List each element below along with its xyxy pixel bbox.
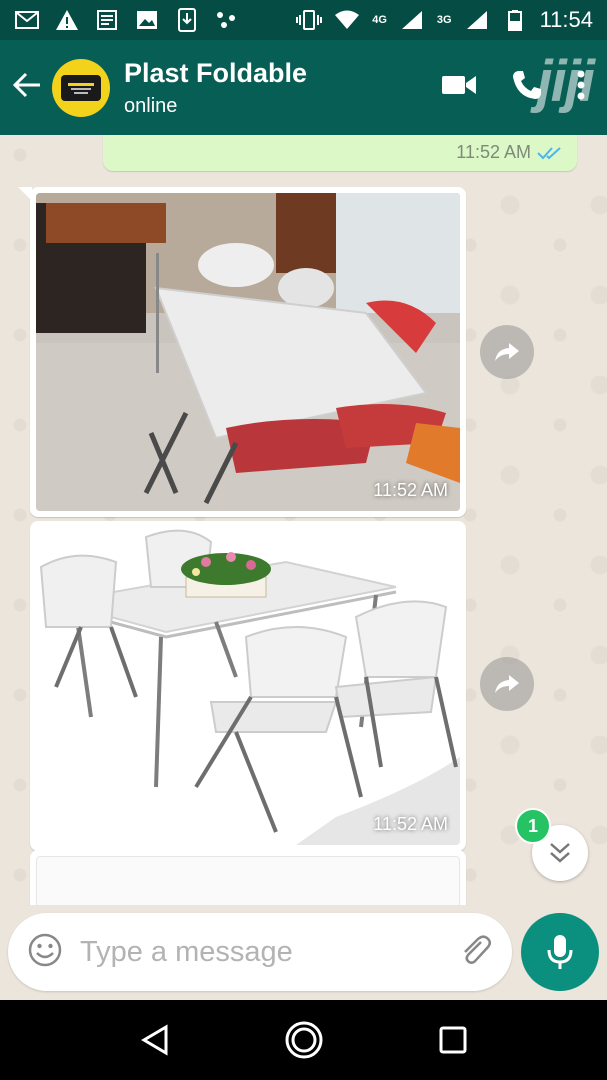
- image-message[interactable]: 11:52 AM: [18, 187, 466, 517]
- forward-icon: [495, 675, 519, 693]
- chevron-double-down-icon: [550, 843, 570, 863]
- message-composer: [8, 913, 562, 991]
- photo-image: [36, 527, 460, 845]
- chat-area[interactable]: 11:52 AM 11:52 AM 11:52 AM 1: [0, 135, 607, 905]
- unread-count-badge: 1: [515, 808, 551, 844]
- contact-name: Plast Foldable: [124, 57, 308, 88]
- message-time: 11:52 AM: [456, 142, 531, 162]
- news-icon: [94, 7, 120, 33]
- image-message[interactable]: 11:52 AM: [30, 521, 466, 851]
- home-circle-icon: [285, 1021, 322, 1059]
- nav-recents-button[interactable]: [423, 1010, 483, 1070]
- triangle-back-icon: [140, 1024, 167, 1056]
- warning-icon: [54, 7, 80, 33]
- image-icon: [134, 7, 160, 33]
- wifi-icon: [334, 7, 360, 33]
- clock: 11:54: [539, 7, 593, 32]
- forward-button[interactable]: [480, 325, 534, 379]
- attach-button[interactable]: [457, 932, 493, 973]
- contact-info[interactable]: Plast Foldable online: [124, 58, 307, 118]
- app-dots-icon: [214, 7, 240, 33]
- photo-table-chairs-room[interactable]: 11:52 AM: [36, 193, 460, 511]
- square-recents-icon: [439, 1026, 466, 1054]
- video-call-button[interactable]: [441, 73, 477, 102]
- contact-status: online: [124, 94, 178, 117]
- jiji-watermark: jiji: [536, 49, 595, 114]
- outgoing-message[interactable]: 11:52 AM: [103, 135, 577, 171]
- message-time: 11:52 AM: [373, 480, 448, 500]
- paperclip-icon: [464, 934, 491, 964]
- vibrate-icon: [296, 7, 323, 33]
- download-icon: [174, 7, 200, 33]
- back-button[interactable]: [2, 58, 52, 118]
- emoji-icon: [28, 933, 62, 966]
- forward-button[interactable]: [480, 657, 534, 711]
- network-4g-label: 4G: [372, 14, 387, 26]
- battery-icon: [502, 7, 528, 33]
- network-3g-label: 3G: [436, 14, 452, 26]
- double-check-icon: [537, 146, 561, 159]
- message-input[interactable]: [80, 935, 457, 969]
- nav-home-button[interactable]: [274, 1010, 334, 1070]
- image-message[interactable]: [30, 850, 466, 905]
- video-camera-icon: [442, 76, 476, 94]
- status-bar: 4G 3G 11:54: [0, 0, 607, 40]
- logo-icon: [61, 74, 101, 101]
- microphone-icon: [547, 935, 573, 969]
- photo-table-chairs-set[interactable]: 11:52 AM: [36, 527, 460, 845]
- nav-back-button[interactable]: [125, 1010, 185, 1070]
- composer-bar: [0, 905, 607, 1000]
- system-navigation-bar: [0, 1000, 607, 1080]
- forward-icon: [495, 343, 519, 361]
- gmail-icon: [14, 7, 40, 33]
- message-time: 11:52 AM: [373, 814, 448, 834]
- photo-partial[interactable]: [36, 856, 460, 905]
- chat-header: Plast Foldable online jiji: [0, 40, 607, 135]
- voice-record-button[interactable]: [521, 913, 599, 991]
- emoji-button[interactable]: [28, 933, 62, 972]
- contact-avatar[interactable]: [52, 58, 110, 117]
- signal-3g-icon: [464, 7, 490, 33]
- signal-4g-icon: [399, 7, 425, 33]
- photo-image: [36, 193, 460, 511]
- arrow-left-icon: [12, 72, 42, 103]
